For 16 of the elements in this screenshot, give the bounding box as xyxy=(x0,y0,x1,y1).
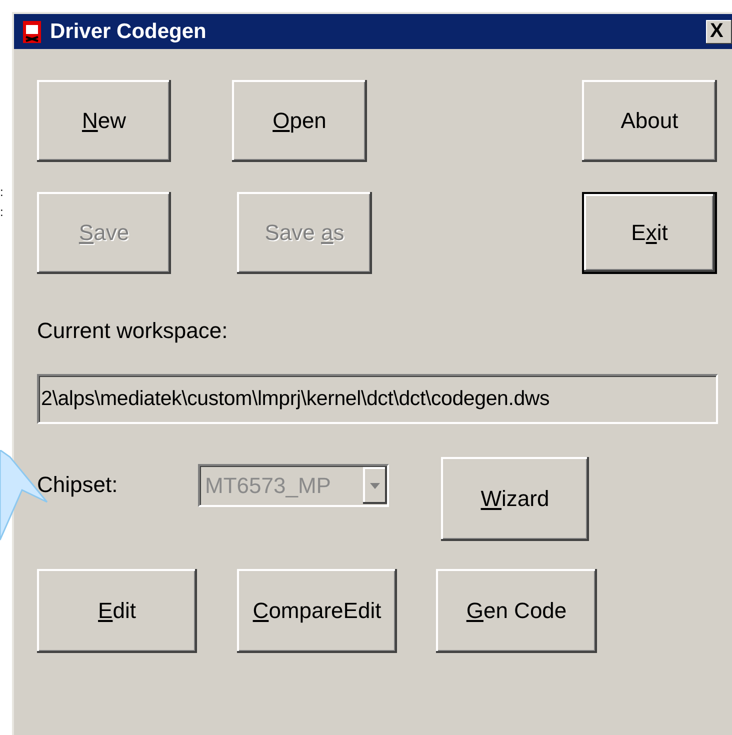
gen-code-button[interactable]: Gen Code xyxy=(436,569,597,653)
about-button[interactable]: About xyxy=(582,80,717,162)
exit-button[interactable]: Exit xyxy=(582,192,717,274)
wizard-button[interactable]: Wizard xyxy=(441,457,589,541)
workspace-label: Current workspace: xyxy=(37,320,229,342)
open-button[interactable]: Open xyxy=(232,80,367,162)
close-button[interactable]: X xyxy=(706,20,732,44)
new-button[interactable]: New xyxy=(37,80,171,162)
edge-mark: : xyxy=(0,186,4,198)
chipset-label: Chipset: xyxy=(37,474,119,496)
compare-edit-button[interactable]: CompareEdit xyxy=(237,569,397,653)
edge-mark: : xyxy=(0,206,4,218)
app-icon xyxy=(22,20,42,44)
workspace-field[interactable]: 2\alps\mediatek\custom\lmprj\kernel\dct\dct\codegen.dws xyxy=(37,374,718,424)
window-title: Driver Codegen xyxy=(50,18,208,45)
edit-button[interactable]: Edit xyxy=(37,569,197,653)
